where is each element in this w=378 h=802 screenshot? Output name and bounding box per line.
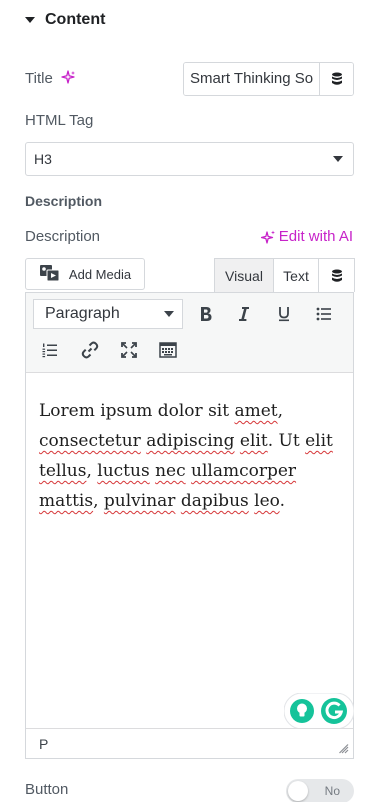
dynamic-tags-button[interactable] <box>319 63 353 95</box>
ai-sparkle-icon[interactable] <box>61 70 75 86</box>
chevron-down-icon <box>333 156 343 162</box>
link-icon <box>81 341 99 359</box>
toggle-knob <box>288 781 308 801</box>
dynamic-tags-button[interactable] <box>319 259 354 292</box>
link-button[interactable] <box>76 336 104 364</box>
add-media-icon <box>39 265 60 282</box>
tab-text[interactable]: Text <box>274 259 319 292</box>
toolbar-toggle-icon <box>159 342 177 358</box>
bold-icon <box>201 307 212 321</box>
tab-visual[interactable]: Visual <box>215 259 274 292</box>
toggle-text: No <box>324 784 340 798</box>
title-label-row: Title <box>25 66 75 90</box>
ai-sparkle-icon <box>260 230 275 244</box>
grammarly-widget <box>283 692 355 730</box>
grammarly-icon[interactable] <box>321 698 347 724</box>
content-section-toggle[interactable]: Content <box>25 8 105 32</box>
description-label: Description <box>25 228 101 245</box>
html-tag-select[interactable]: H3 <box>25 142 354 176</box>
format-select[interactable]: Paragraph <box>33 299 183 329</box>
numbered-list-icon <box>42 343 57 357</box>
database-icon <box>331 269 342 282</box>
edit-with-ai-button[interactable]: Edit with AI <box>260 228 353 245</box>
underline-button[interactable] <box>270 300 298 328</box>
caret-down-icon <box>25 17 35 23</box>
format-select-value: Paragraph <box>45 305 120 322</box>
bullet-list-button[interactable] <box>310 300 338 328</box>
chevron-down-icon <box>164 311 174 317</box>
description-heading: Description <box>25 193 103 209</box>
add-media-label: Add Media <box>68 266 132 282</box>
italic-icon <box>239 307 249 321</box>
html-tag-label: HTML Tag <box>25 112 94 129</box>
wysiwyg-editor: Paragraph Lorem ipsum dolor sit amet, co… <box>25 292 355 759</box>
content-line: consectetur adipiscing elit. Ut elit <box>39 431 333 451</box>
editor-toolbar: Paragraph <box>26 293 353 373</box>
title-input[interactable]: Smart Thinking So <box>184 63 319 95</box>
editor-mode-tabs: Visual Text <box>214 258 355 292</box>
content-line: tellus, luctus nec ullamcorper <box>39 461 297 481</box>
edit-with-ai-label: Edit with AI <box>278 228 353 245</box>
title-label: Title <box>25 69 53 87</box>
html-tag-value: H3 <box>34 151 52 167</box>
resize-handle-icon[interactable] <box>339 744 349 754</box>
toolbar-toggle-button[interactable] <box>154 336 182 364</box>
fullscreen-icon <box>121 342 137 358</box>
section-title: Content <box>45 11 106 28</box>
lightbulb-icon[interactable] <box>290 699 314 723</box>
content-line: mattis, pulvinar dapibus leo. <box>39 491 285 511</box>
bold-button[interactable] <box>192 300 220 328</box>
title-input-wrap: Smart Thinking So <box>183 62 354 96</box>
button-label: Button <box>25 781 69 798</box>
editor-content[interactable]: Lorem ipsum dolor sit amet, consectetur … <box>39 396 344 516</box>
fullscreen-button[interactable] <box>115 336 143 364</box>
button-toggle[interactable]: No <box>286 779 354 802</box>
content-line: Lorem ipsum dolor sit amet, <box>39 401 284 421</box>
bullet-list-icon <box>316 307 331 321</box>
element-path[interactable]: P <box>39 736 48 752</box>
italic-button[interactable] <box>230 300 258 328</box>
database-icon <box>331 72 342 85</box>
underline-icon <box>279 307 289 322</box>
add-media-button[interactable]: Add Media <box>25 258 145 290</box>
numbered-list-button[interactable] <box>36 336 64 364</box>
editor-status-bar: P <box>26 728 353 758</box>
